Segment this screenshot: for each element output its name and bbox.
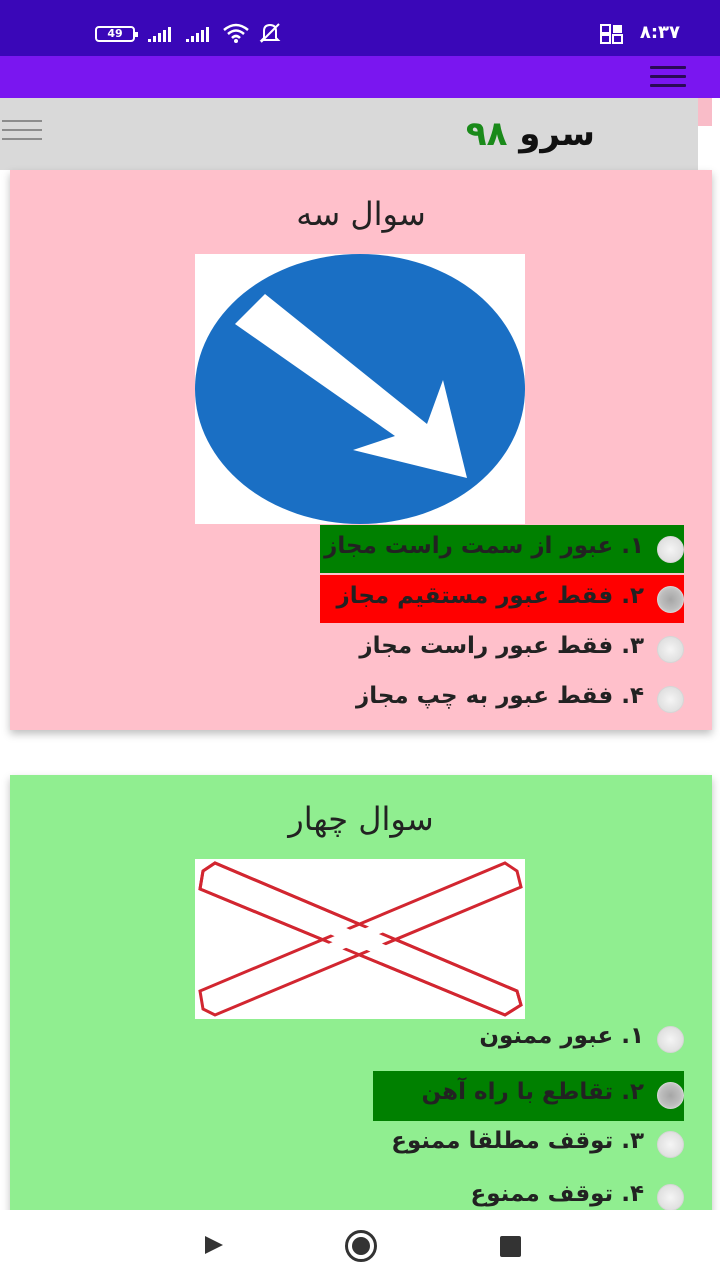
question-card: سوال سه ۱. عبور از سمت راست مجاز ۲. فقط … xyxy=(10,170,712,730)
option-label: ۴. فقط عبور به چپ مجاز xyxy=(355,683,644,709)
hamburger-icon[interactable] xyxy=(650,66,686,88)
answer-option[interactable]: ۲. تقاطع با راه آهن xyxy=(373,1071,684,1121)
status-time: ۸:۳۷ xyxy=(639,22,680,43)
radio-button[interactable] xyxy=(657,1026,684,1053)
option-label: ۴. توقف ممنوع xyxy=(470,1181,645,1207)
scroll-edge xyxy=(698,98,712,126)
signal-icon xyxy=(148,26,171,42)
back-icon[interactable] xyxy=(203,1234,225,1256)
home-icon[interactable] xyxy=(345,1230,377,1262)
radio-button[interactable] xyxy=(657,1131,684,1158)
option-label: ۲. فقط عبور مستقیم مجاز xyxy=(336,583,644,609)
status-bar: 49 ۸:۳۷ xyxy=(0,0,720,56)
question-title: سوال سه xyxy=(296,195,426,233)
railway-crossing-sign-icon xyxy=(198,861,523,1017)
site-logo[interactable]: سرو ۹۸ xyxy=(455,114,595,158)
keep-right-sign-icon xyxy=(195,254,525,524)
answer-option[interactable]: ۴. فقط عبور به چپ مجاز xyxy=(320,675,684,723)
radio-button[interactable] xyxy=(657,536,684,563)
recents-icon[interactable] xyxy=(500,1236,521,1257)
app-bar xyxy=(0,56,720,98)
battery-icon: 49 xyxy=(95,26,138,42)
qr-icon xyxy=(600,24,623,44)
option-label: ۱. عبور از سمت راست مجاز xyxy=(324,533,644,559)
answer-option[interactable]: ۳. فقط عبور راست مجاز xyxy=(320,625,684,673)
option-label: ۲. تقاطع با راه آهن xyxy=(421,1079,644,1105)
answer-option[interactable]: ۱. عبور از سمت راست مجاز xyxy=(320,525,684,573)
option-label: ۳. فقط عبور راست مجاز xyxy=(359,633,644,659)
navigation-bar xyxy=(0,1210,720,1280)
sign-image xyxy=(195,859,525,1019)
wifi-icon xyxy=(223,23,249,43)
mute-icon xyxy=(259,23,281,43)
site-header: سرو ۹۸ xyxy=(0,98,698,170)
option-label: ۳. توقف مطلقا ممنوع xyxy=(391,1128,644,1154)
signal-icon xyxy=(186,26,209,42)
hamburger-icon[interactable] xyxy=(2,120,42,142)
sign-image xyxy=(195,254,525,524)
question-card: سوال چهار ۱. عبور ممنون ۲. تقاطع با راه … xyxy=(10,775,712,1220)
radio-button[interactable] xyxy=(657,686,684,713)
radio-button[interactable] xyxy=(657,1184,684,1211)
radio-button[interactable] xyxy=(657,586,684,613)
logo-word: سرو xyxy=(519,114,595,154)
radio-button[interactable] xyxy=(657,636,684,663)
option-label: ۱. عبور ممنون xyxy=(479,1023,644,1049)
radio-button[interactable] xyxy=(657,1082,684,1109)
question-title: سوال چهار xyxy=(288,800,434,838)
answer-option[interactable]: ۳. توقف مطلقا ممنوع xyxy=(320,1120,684,1168)
logo-number: ۹۸ xyxy=(465,114,508,154)
answer-option[interactable]: ۲. فقط عبور مستقیم مجاز xyxy=(320,575,684,623)
answer-option[interactable]: ۱. عبور ممنون xyxy=(320,1015,684,1063)
